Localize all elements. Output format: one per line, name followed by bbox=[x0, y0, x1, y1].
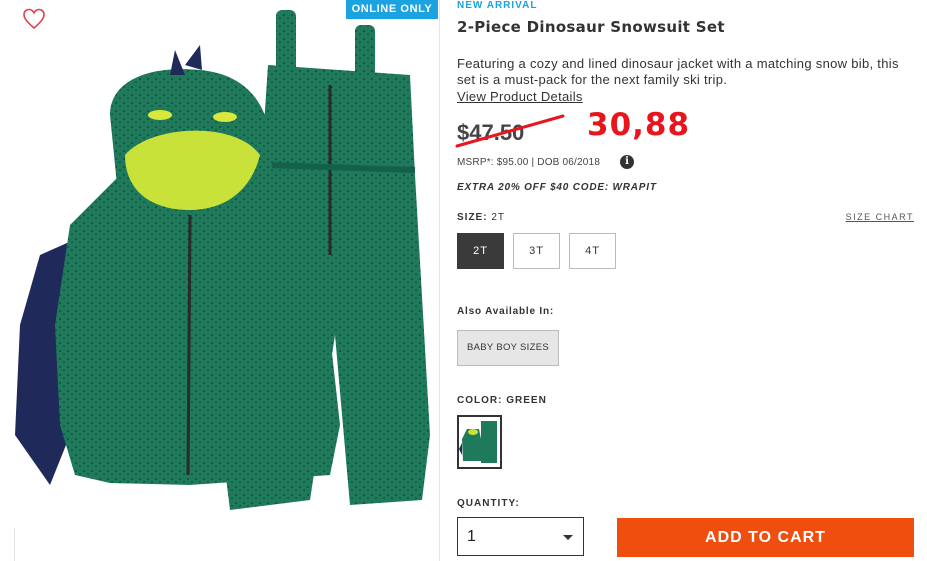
promo-code-text: EXTRA 20% OFF $40 CODE: WRAPIT bbox=[457, 182, 657, 193]
selected-color: GREEN bbox=[506, 395, 547, 406]
add-to-cart-button[interactable]: ADD TO CART bbox=[617, 518, 914, 557]
product-details: NEW ARRIVAL 2-Piece Dinosaur Snowsuit Se… bbox=[455, 0, 917, 561]
chevron-down-icon bbox=[563, 535, 573, 540]
handwritten-new-price: 30,88 bbox=[587, 107, 691, 143]
quantity-select[interactable]: 1 bbox=[457, 517, 584, 556]
selected-size: 2T bbox=[491, 212, 506, 223]
swatch-thumbnail bbox=[459, 421, 497, 463]
color-label-prefix: COLOR: bbox=[457, 395, 503, 406]
product-title: 2-Piece Dinosaur Snowsuit Set bbox=[457, 18, 725, 36]
size-option-2t[interactable]: 2T bbox=[457, 233, 504, 269]
size-label-prefix: SIZE: bbox=[457, 212, 488, 223]
size-option-4t[interactable]: 4T bbox=[569, 233, 616, 269]
size-chart-link[interactable]: SIZE CHART bbox=[846, 212, 914, 222]
image-divider bbox=[14, 528, 15, 561]
quantity-value: 1 bbox=[467, 528, 476, 545]
quantity-label: QUANTITY: bbox=[457, 498, 520, 509]
product-photo[interactable] bbox=[10, 5, 435, 525]
color-swatch-green[interactable] bbox=[457, 415, 502, 469]
size-label: SIZE: 2T bbox=[457, 212, 505, 223]
online-only-badge: ONLINE ONLY bbox=[346, 0, 438, 19]
baby-boy-sizes-button[interactable]: BABY BOY SIZES bbox=[457, 330, 559, 366]
msrp-text: MSRP*: $95.00 | DOB 06/2018 bbox=[457, 157, 601, 168]
price-strikethrough bbox=[455, 114, 565, 148]
pane-divider bbox=[439, 0, 440, 561]
also-available-label: Also Available In: bbox=[457, 306, 555, 317]
color-label: COLOR: GREEN bbox=[457, 395, 547, 406]
view-product-details-link[interactable]: View Product Details bbox=[457, 89, 583, 104]
info-icon[interactable]: i bbox=[620, 155, 634, 169]
product-description: Featuring a cozy and lined dinosaur jack… bbox=[457, 56, 899, 87]
new-arrival-tag: NEW ARRIVAL bbox=[457, 0, 538, 11]
size-option-3t[interactable]: 3T bbox=[513, 233, 560, 269]
product-image-pane: ONLINE ONLY bbox=[0, 0, 440, 561]
